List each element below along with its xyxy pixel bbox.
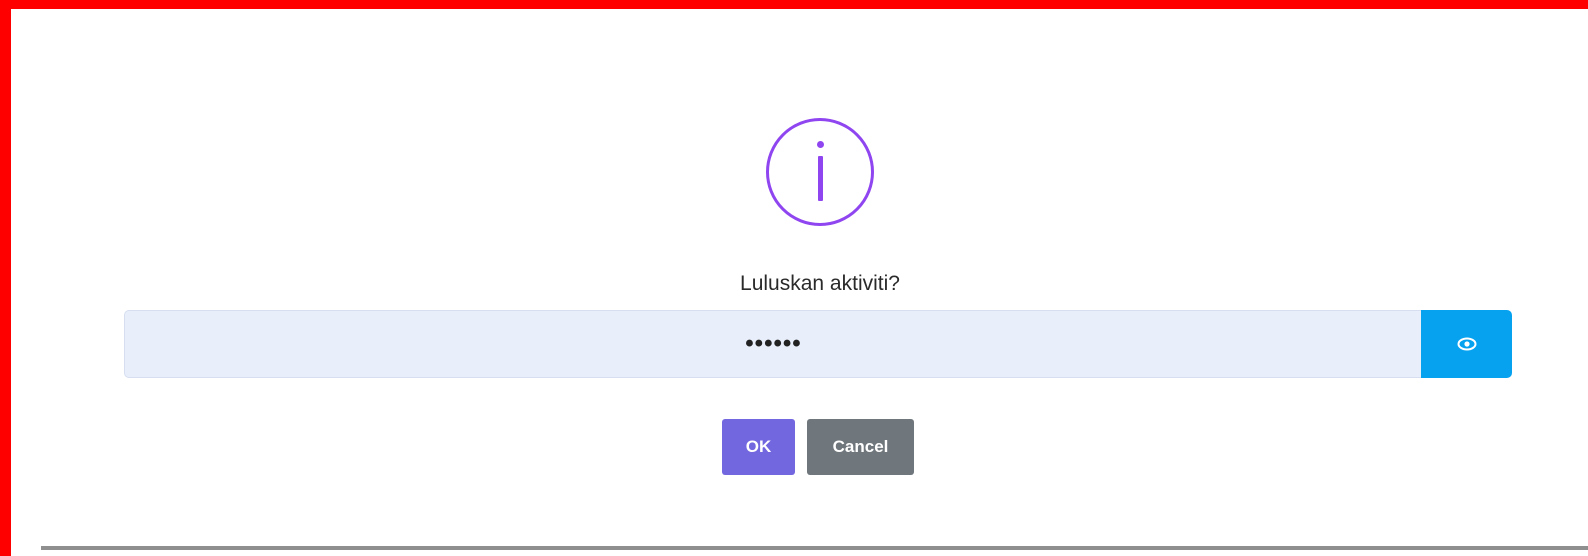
ok-button[interactable]: OK [722, 419, 795, 475]
eye-icon [1457, 337, 1476, 351]
confirm-dialog: Luluskan aktiviti? •••••• OK Cancel [41, 27, 1588, 550]
info-icon [766, 118, 874, 226]
dialog-title: Luluskan aktiviti? [740, 272, 900, 295]
dialog-actions: OK Cancel [41, 419, 1588, 475]
password-input[interactable]: •••••• [124, 310, 1422, 378]
info-icon-dot [817, 141, 824, 148]
cancel-button[interactable]: Cancel [807, 419, 914, 475]
toggle-password-visibility-button[interactable] [1421, 310, 1512, 378]
info-icon-stem [818, 156, 823, 201]
password-input-group: •••••• [124, 310, 1512, 378]
screenshot-frame: Luluskan aktiviti? •••••• OK Cancel [0, 0, 1588, 556]
